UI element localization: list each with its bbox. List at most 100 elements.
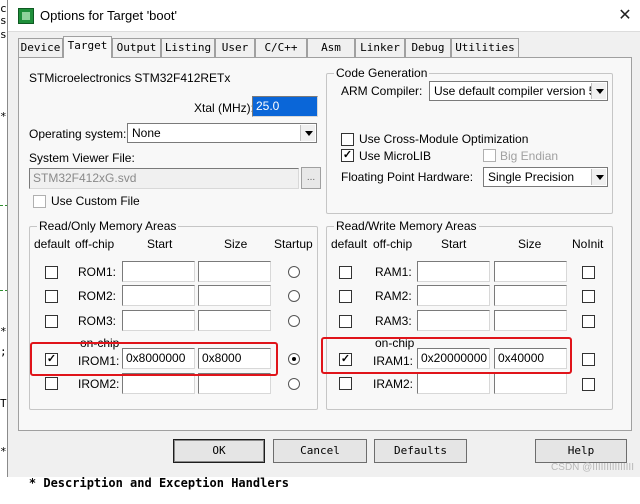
close-icon[interactable]: ✕ bbox=[614, 5, 636, 27]
ram-areas-title: Read/Write Memory Areas bbox=[334, 219, 479, 233]
tab-user[interactable]: User bbox=[215, 38, 255, 57]
rom-header-startup: Startup bbox=[274, 237, 313, 251]
tab-utilities[interactable]: Utilities bbox=[451, 38, 519, 57]
xtal-input[interactable]: 25.0 bbox=[252, 96, 318, 117]
ram-header-default: default bbox=[331, 237, 368, 251]
options-dialog: Options for Target 'boot' ✕ Device Targe… bbox=[7, 0, 640, 477]
iram2-start-input[interactable] bbox=[417, 373, 490, 394]
title-bar: Options for Target 'boot' ✕ bbox=[8, 0, 640, 32]
help-button[interactable]: Help bbox=[535, 439, 627, 463]
rom1-start-input[interactable] bbox=[122, 261, 195, 282]
window-title: Options for Target 'boot' bbox=[40, 8, 177, 23]
xtal-label: Xtal (MHz): bbox=[194, 101, 254, 115]
rom-header-offchip: off-chip bbox=[75, 237, 115, 251]
ram1-start-input[interactable] bbox=[417, 261, 490, 282]
tab-debug[interactable]: Debug bbox=[405, 38, 451, 57]
bg-code-line: s bbox=[0, 28, 7, 41]
defaults-button[interactable]: Defaults bbox=[374, 439, 467, 463]
ram2-size-input[interactable] bbox=[494, 285, 567, 306]
rom2-startup-radio[interactable] bbox=[288, 290, 300, 302]
arm-compiler-select[interactable]: Use default compiler version 5 bbox=[429, 81, 608, 101]
ram3-start-input[interactable] bbox=[417, 310, 490, 331]
rom3-label: ROM3: bbox=[78, 314, 117, 328]
use-custom-file-label: Use Custom File bbox=[51, 194, 140, 208]
irom2-size-input[interactable] bbox=[198, 373, 271, 394]
os-select[interactable]: None bbox=[127, 123, 317, 143]
ram3-noinit-checkbox[interactable] bbox=[582, 315, 595, 328]
ram1-size-input[interactable] bbox=[494, 261, 567, 282]
rom-header-start: Start bbox=[147, 237, 173, 251]
ram3-size-input[interactable] bbox=[494, 310, 567, 331]
tab-linker[interactable]: Linker bbox=[355, 38, 405, 57]
ram-header-start: Start bbox=[441, 237, 467, 251]
irom2-default-checkbox[interactable] bbox=[45, 377, 58, 390]
microlib-checkbox[interactable] bbox=[341, 149, 354, 162]
bg-code-line: ; bbox=[0, 345, 7, 358]
rom1-default-checkbox[interactable] bbox=[45, 266, 58, 279]
fpu-select[interactable]: Single Precision bbox=[483, 167, 608, 187]
keil-app-icon bbox=[18, 8, 34, 24]
tab-asm[interactable]: Asm bbox=[307, 38, 355, 57]
rom1-size-input[interactable] bbox=[198, 261, 271, 282]
rom1-label: ROM1: bbox=[78, 265, 117, 279]
code-generation-group: Code Generation ARM Compiler: Use defaul… bbox=[326, 66, 613, 214]
use-custom-file-checkbox[interactable] bbox=[33, 195, 46, 208]
ram-header-size: Size bbox=[518, 237, 542, 251]
fpu-label: Floating Point Hardware: bbox=[341, 170, 474, 184]
irom1-highlight-box bbox=[30, 342, 278, 376]
fpu-value: Single Precision bbox=[488, 170, 575, 184]
rom3-default-checkbox[interactable] bbox=[45, 315, 58, 328]
bg-code-line: T bbox=[0, 397, 7, 410]
ram2-noinit-checkbox[interactable] bbox=[582, 290, 595, 303]
rom2-start-input[interactable] bbox=[122, 285, 195, 306]
ram-header-noinit: NoInit bbox=[572, 237, 604, 251]
ram2-start-input[interactable] bbox=[417, 285, 490, 306]
rom2-size-input[interactable] bbox=[198, 285, 271, 306]
iram2-default-checkbox[interactable] bbox=[339, 377, 352, 390]
ok-button[interactable]: OK bbox=[173, 439, 265, 463]
svd-label: System Viewer File: bbox=[29, 151, 135, 165]
chevron-down-icon[interactable] bbox=[591, 83, 606, 99]
rom-header-size: Size bbox=[224, 237, 248, 251]
rom3-startup-radio[interactable] bbox=[288, 315, 300, 327]
chevron-down-icon[interactable] bbox=[591, 169, 606, 185]
rom2-label: ROM2: bbox=[78, 289, 117, 303]
cancel-button[interactable]: Cancel bbox=[273, 439, 367, 463]
bg-code-line: s bbox=[0, 14, 7, 27]
ram-header-offchip: off-chip bbox=[373, 237, 413, 251]
ram1-noinit-checkbox[interactable] bbox=[582, 266, 595, 279]
rom-areas-title: Read/Only Memory Areas bbox=[37, 219, 179, 233]
iram2-noinit-checkbox[interactable] bbox=[582, 378, 595, 391]
irom2-start-input[interactable] bbox=[122, 373, 195, 394]
tab-listing[interactable]: Listing bbox=[161, 38, 215, 57]
irom2-startup-radio[interactable] bbox=[288, 378, 300, 390]
rom1-startup-radio[interactable] bbox=[288, 266, 300, 278]
rom3-size-input[interactable] bbox=[198, 310, 271, 331]
irom1-startup-radio[interactable] bbox=[288, 353, 300, 365]
bg-code-line: * bbox=[0, 110, 7, 123]
ram2-label: RAM2: bbox=[375, 289, 412, 303]
iram2-label: IRAM2: bbox=[373, 377, 414, 391]
ram2-default-checkbox[interactable] bbox=[339, 290, 352, 303]
cross-module-checkbox[interactable] bbox=[341, 133, 354, 146]
big-endian-label: Big Endian bbox=[500, 149, 559, 163]
big-endian-checkbox[interactable] bbox=[483, 149, 496, 162]
rom2-default-checkbox[interactable] bbox=[45, 290, 58, 303]
tab-device[interactable]: Device bbox=[18, 38, 63, 57]
svd-file-field[interactable]: STM32F412xG.svd bbox=[29, 168, 299, 189]
chevron-down-icon[interactable] bbox=[300, 125, 315, 141]
tab-c-cpp[interactable]: C/C++ bbox=[255, 38, 307, 57]
cross-module-label: Use Cross-Module Optimization bbox=[359, 132, 529, 146]
iram2-size-input[interactable] bbox=[494, 373, 567, 394]
tab-target[interactable]: Target bbox=[63, 36, 112, 58]
ram1-label: RAM1: bbox=[375, 265, 412, 279]
iram1-highlight-box bbox=[321, 337, 572, 374]
tab-output[interactable]: Output bbox=[112, 38, 161, 57]
irom2-label: IROM2: bbox=[78, 377, 120, 391]
ram1-default-checkbox[interactable] bbox=[339, 266, 352, 279]
ram3-default-checkbox[interactable] bbox=[339, 315, 352, 328]
rom3-start-input[interactable] bbox=[122, 310, 195, 331]
iram1-noinit-checkbox[interactable] bbox=[582, 353, 595, 366]
svd-browse-button[interactable]: ... bbox=[301, 167, 321, 189]
code-generation-title: Code Generation bbox=[334, 66, 430, 80]
